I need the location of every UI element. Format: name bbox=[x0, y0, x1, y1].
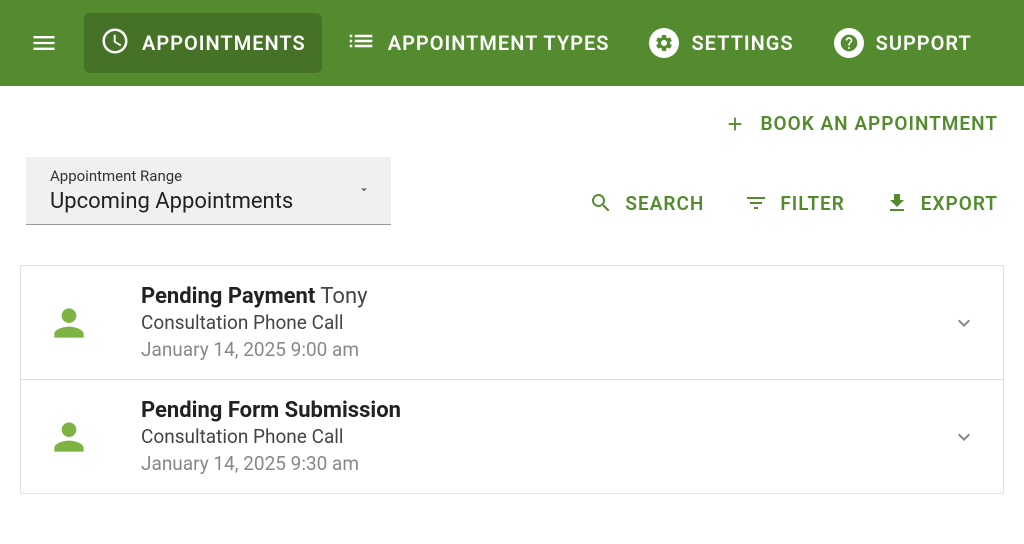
hamburger-icon bbox=[30, 29, 58, 57]
person-icon bbox=[47, 301, 91, 345]
range-value: Upcoming Appointments bbox=[50, 189, 341, 214]
nav-label: APPOINTMENT TYPES bbox=[388, 31, 610, 55]
clock-icon bbox=[100, 26, 130, 61]
nav-appointments[interactable]: APPOINTMENTS bbox=[84, 13, 322, 73]
nav-appointment-types[interactable]: APPOINTMENT TYPES bbox=[330, 13, 626, 73]
nav-label: APPOINTMENTS bbox=[142, 31, 306, 55]
nav-label: SETTINGS bbox=[691, 31, 793, 55]
chevron-down-icon bbox=[357, 181, 371, 200]
avatar bbox=[45, 415, 93, 459]
menu-button[interactable] bbox=[20, 19, 68, 67]
search-icon bbox=[589, 191, 613, 215]
app-header: APPOINTMENTS APPOINTMENT TYPES SETTINGS … bbox=[0, 0, 1024, 86]
list-item[interactable]: Pending Payment Tony Consultation Phone … bbox=[21, 266, 1003, 380]
expand-button[interactable] bbox=[949, 311, 979, 335]
nav-support[interactable]: SUPPORT bbox=[818, 13, 988, 73]
appointment-date: January 14, 2025 9:00 am bbox=[141, 338, 949, 361]
appointment-date: January 14, 2025 9:30 am bbox=[141, 452, 949, 475]
book-appointment-button[interactable]: BOOK AN APPOINTMENT bbox=[724, 102, 998, 145]
item-content: Pending Payment Tony Consultation Phone … bbox=[141, 284, 949, 361]
appointment-type: Consultation Phone Call bbox=[141, 425, 949, 448]
appointment-type: Consultation Phone Call bbox=[141, 311, 949, 334]
action-row: SEARCH FILTER EXPORT bbox=[589, 191, 998, 225]
list-item[interactable]: Pending Form Submission Consultation Pho… bbox=[21, 380, 1003, 493]
range-label: Appointment Range bbox=[50, 167, 341, 185]
chevron-down-icon bbox=[952, 311, 976, 335]
controls-row: Appointment Range Upcoming Appointments … bbox=[0, 145, 1024, 225]
help-icon bbox=[834, 28, 864, 58]
appointment-list: Pending Payment Tony Consultation Phone … bbox=[20, 265, 1004, 494]
filter-icon bbox=[744, 191, 768, 215]
expand-button[interactable] bbox=[949, 425, 979, 449]
action-label: EXPORT bbox=[921, 192, 998, 215]
avatar bbox=[45, 301, 93, 345]
export-button[interactable]: EXPORT bbox=[885, 191, 998, 215]
filter-button[interactable]: FILTER bbox=[744, 191, 844, 215]
gear-icon bbox=[649, 28, 679, 58]
list-icon bbox=[346, 26, 376, 61]
download-icon bbox=[885, 191, 909, 215]
action-label: SEARCH bbox=[625, 192, 704, 215]
nav-label: SUPPORT bbox=[876, 31, 972, 55]
item-content: Pending Form Submission Consultation Pho… bbox=[141, 398, 949, 475]
plus-icon bbox=[724, 113, 746, 135]
search-button[interactable]: SEARCH bbox=[589, 191, 704, 215]
item-title: Pending Payment Tony bbox=[141, 284, 949, 309]
person-icon bbox=[47, 415, 91, 459]
range-select[interactable]: Appointment Range Upcoming Appointments bbox=[26, 157, 391, 225]
nav-settings[interactable]: SETTINGS bbox=[633, 13, 809, 73]
client-name: Tony bbox=[320, 284, 367, 309]
book-label: BOOK AN APPOINTMENT bbox=[760, 112, 998, 135]
toolbar: BOOK AN APPOINTMENT bbox=[0, 86, 1024, 145]
action-label: FILTER bbox=[780, 192, 844, 215]
status: Pending Payment bbox=[141, 284, 315, 309]
item-title: Pending Form Submission bbox=[141, 398, 949, 423]
status: Pending Form Submission bbox=[141, 398, 401, 423]
chevron-down-icon bbox=[952, 425, 976, 449]
